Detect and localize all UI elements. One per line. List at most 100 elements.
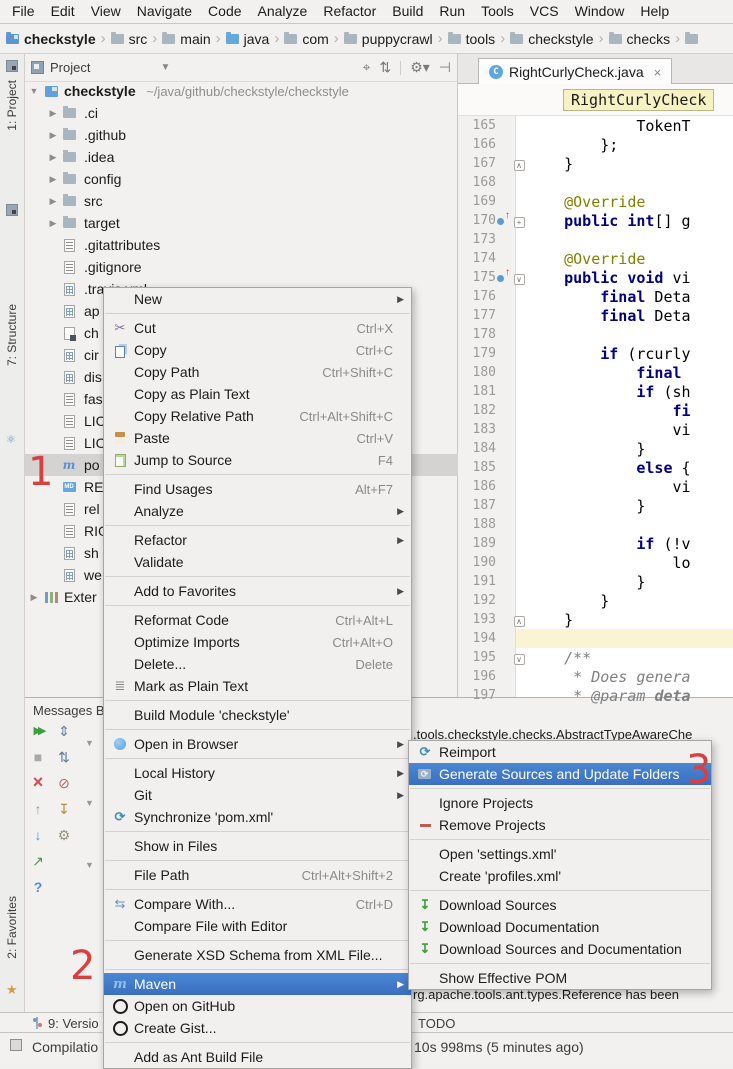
code-line-173[interactable]: 173 (458, 230, 733, 249)
up-icon[interactable]: ↑ (35, 801, 42, 817)
maven-menu-item-ignore-projects[interactable]: Ignore Projects (409, 792, 711, 814)
fold-plus-icon[interactable]: + (514, 217, 525, 228)
fetch-icon[interactable]: ↧ (58, 801, 70, 817)
fold-down-icon[interactable]: ∨ (514, 654, 525, 665)
maven-menu-item-download-documentation[interactable]: ↧Download Documentation (409, 916, 711, 938)
breadcrumb-item-checkstyle[interactable]: checkstyle (6, 31, 96, 47)
code-line-186[interactable]: 186 vi (458, 477, 733, 496)
code-line-176[interactable]: 176 final Deta (458, 287, 733, 306)
code-line-188[interactable]: 188 (458, 515, 733, 534)
context-menu-item-add-to-favorites[interactable]: Add to Favorites▶ (104, 580, 411, 602)
menubar-item-view[interactable]: View (83, 0, 129, 23)
collapse-icon[interactable]: ⇅ (58, 749, 70, 765)
tree-expanded-arrow-icon[interactable]: ▼ (28, 86, 40, 96)
context-menu-item-copy-as-plain-text[interactable]: Copy as Plain Text (104, 383, 411, 405)
menubar-item-code[interactable]: Code (200, 0, 249, 23)
code-line-165[interactable]: 165 TokenT (458, 116, 733, 135)
context-menu-item-generate-xsd-schema-from-xml-file[interactable]: Generate XSD Schema from XML File... (104, 944, 411, 966)
context-menu-item-create-gist[interactable]: Create Gist... (104, 1017, 411, 1039)
code-line-190[interactable]: 190 lo (458, 553, 733, 572)
breadcrumb-item-src[interactable]: src (111, 31, 148, 47)
code-line-181[interactable]: 181 if (sh (458, 382, 733, 401)
context-menu-item-maven[interactable]: mMaven▶ (104, 973, 411, 995)
maven-menu-item-reimport[interactable]: ⟳Reimport (409, 741, 711, 763)
tree-item-gitignore[interactable]: .gitignore (25, 256, 458, 278)
context-menu-item-copy-relative-path[interactable]: Copy Relative PathCtrl+Alt+Shift+C (104, 405, 411, 427)
breadcrumb-item-puppycrawl[interactable]: puppycrawl (344, 31, 433, 47)
chevron-down-icon[interactable]: ▼ (160, 62, 170, 73)
context-menu-item-optimize-imports[interactable]: Optimize ImportsCtrl+Alt+O (104, 631, 411, 653)
close-icon[interactable]: × (33, 775, 44, 791)
hide-panel-icon[interactable]: ⊣ (439, 59, 451, 76)
context-menu-item-local-history[interactable]: Local History▶ (104, 762, 411, 784)
code-line-196[interactable]: 196 * Does genera (458, 667, 733, 686)
context-menu-item-show-in-files[interactable]: Show in Files (104, 835, 411, 857)
context-menu-item-open-on-github[interactable]: Open on GitHub (104, 995, 411, 1017)
code-line-184[interactable]: 184 } (458, 439, 733, 458)
collapse-all-icon[interactable]: ⇅ (379, 59, 391, 76)
code-line-195[interactable]: 195∨ /** (458, 648, 733, 667)
toolstrip-project[interactable]: 1: Project (5, 80, 19, 131)
menubar-item-file[interactable]: File (4, 0, 43, 23)
tree-item-checkstyle[interactable]: ▼checkstyle ~/java/github/checkstyle/che… (25, 80, 458, 102)
fold-arrow-icon[interactable]: ▼ (85, 798, 94, 808)
expand-icon[interactable]: ⇕ (58, 723, 70, 739)
context-menu-item-reformat-code[interactable]: Reformat CodeCtrl+Alt+L (104, 609, 411, 631)
menubar-item-help[interactable]: Help (632, 0, 677, 23)
down-icon[interactable]: ↓ (35, 827, 42, 843)
fold-arrow-icon[interactable]: ▼ (85, 738, 94, 748)
breadcrumb-item-checks[interactable]: checks (609, 31, 671, 47)
tree-collapsed-arrow-icon[interactable]: ▶ (47, 130, 59, 141)
context-menu-item-copy-path[interactable]: Copy PathCtrl+Shift+C (104, 361, 411, 383)
gear-icon[interactable]: ⚙▾ (410, 59, 430, 76)
menubar-item-edit[interactable]: Edit (43, 0, 83, 23)
rerun-icon[interactable]: ▶▶ (34, 723, 43, 739)
code-line-169[interactable]: 169 @Override (458, 192, 733, 211)
override-indicator-icon[interactable] (497, 270, 509, 282)
menubar-item-tools[interactable]: Tools (473, 0, 522, 23)
tree-item-target[interactable]: ▶target (25, 212, 458, 234)
tree-collapsed-arrow-icon[interactable]: ▶ (47, 108, 59, 119)
tree-collapsed-arrow-icon[interactable]: ▶ (47, 218, 59, 229)
code-line-175[interactable]: 175∨ public void vi (458, 268, 733, 287)
code-line-193[interactable]: 193∧ } (458, 610, 733, 629)
context-menu-item-copy[interactable]: CopyCtrl+C (104, 339, 411, 361)
tree-item-gitattributes[interactable]: .gitattributes (25, 234, 458, 256)
settings-icon[interactable]: ⚙ (58, 827, 71, 843)
context-menu-item-git[interactable]: Git▶ (104, 784, 411, 806)
breadcrumb-item-main[interactable]: main (162, 31, 210, 47)
code-line-178[interactable]: 178 (458, 325, 733, 344)
context-menu-item-analyze[interactable]: Analyze▶ (104, 500, 411, 522)
menubar-item-refactor[interactable]: Refactor (315, 0, 384, 23)
tree-collapsed-arrow-icon[interactable]: ▶ (47, 152, 59, 163)
context-menu-item-delete[interactable]: Delete...Delete (104, 653, 411, 675)
tree-collapsed-arrow-icon[interactable]: ▶ (47, 196, 59, 207)
tree-item-github[interactable]: ▶.github (25, 124, 458, 146)
tree-item-idea[interactable]: ▶.idea (25, 146, 458, 168)
breadcrumb-item-com[interactable]: com (284, 31, 328, 47)
tree-collapsed-arrow-icon[interactable]: ▶ (28, 592, 40, 603)
context-menu-item-compare-with[interactable]: ⇆Compare With...Ctrl+D (104, 893, 411, 915)
tree-item-ci[interactable]: ▶.ci (25, 102, 458, 124)
code-area[interactable]: 165 TokenT166 };167∧ }168169 @Override17… (458, 116, 733, 697)
breadcrumb-item-tools[interactable]: tools (448, 31, 496, 47)
editor-breadcrumb-chip[interactable]: RightCurlyCheck (563, 89, 714, 111)
code-line-189[interactable]: 189 if (!v (458, 534, 733, 553)
structure-icon[interactable]: ⚛ (6, 434, 18, 446)
project-toolwindow-icon[interactable] (6, 60, 18, 72)
menubar-item-window[interactable]: Window (567, 0, 633, 23)
tree-collapsed-arrow-icon[interactable]: ▶ (47, 174, 59, 185)
help-icon[interactable]: ? (34, 879, 43, 895)
code-line-167[interactable]: 167∧ } (458, 154, 733, 173)
maven-menu-item-download-sources[interactable]: ↧Download Sources (409, 894, 711, 916)
fold-up-icon[interactable]: ∧ (514, 160, 525, 171)
maven-menu-item-show-effective-pom[interactable]: Show Effective POM (409, 967, 711, 989)
context-menu-item-paste[interactable]: PasteCtrl+V (104, 427, 411, 449)
context-menu-item-file-path[interactable]: File PathCtrl+Alt+Shift+2 (104, 864, 411, 886)
context-menu-item-synchronize-pom-xml[interactable]: ⟳Synchronize 'pom.xml' (104, 806, 411, 828)
code-line-194[interactable]: 194 (458, 629, 733, 648)
maven-menu-item-remove-projects[interactable]: Remove Projects (409, 814, 711, 836)
toolstrip-favorites[interactable]: 2: Favorites (5, 896, 19, 959)
code-line-177[interactable]: 177 final Deta (458, 306, 733, 325)
context-menu-item-find-usages[interactable]: Find UsagesAlt+F7 (104, 478, 411, 500)
